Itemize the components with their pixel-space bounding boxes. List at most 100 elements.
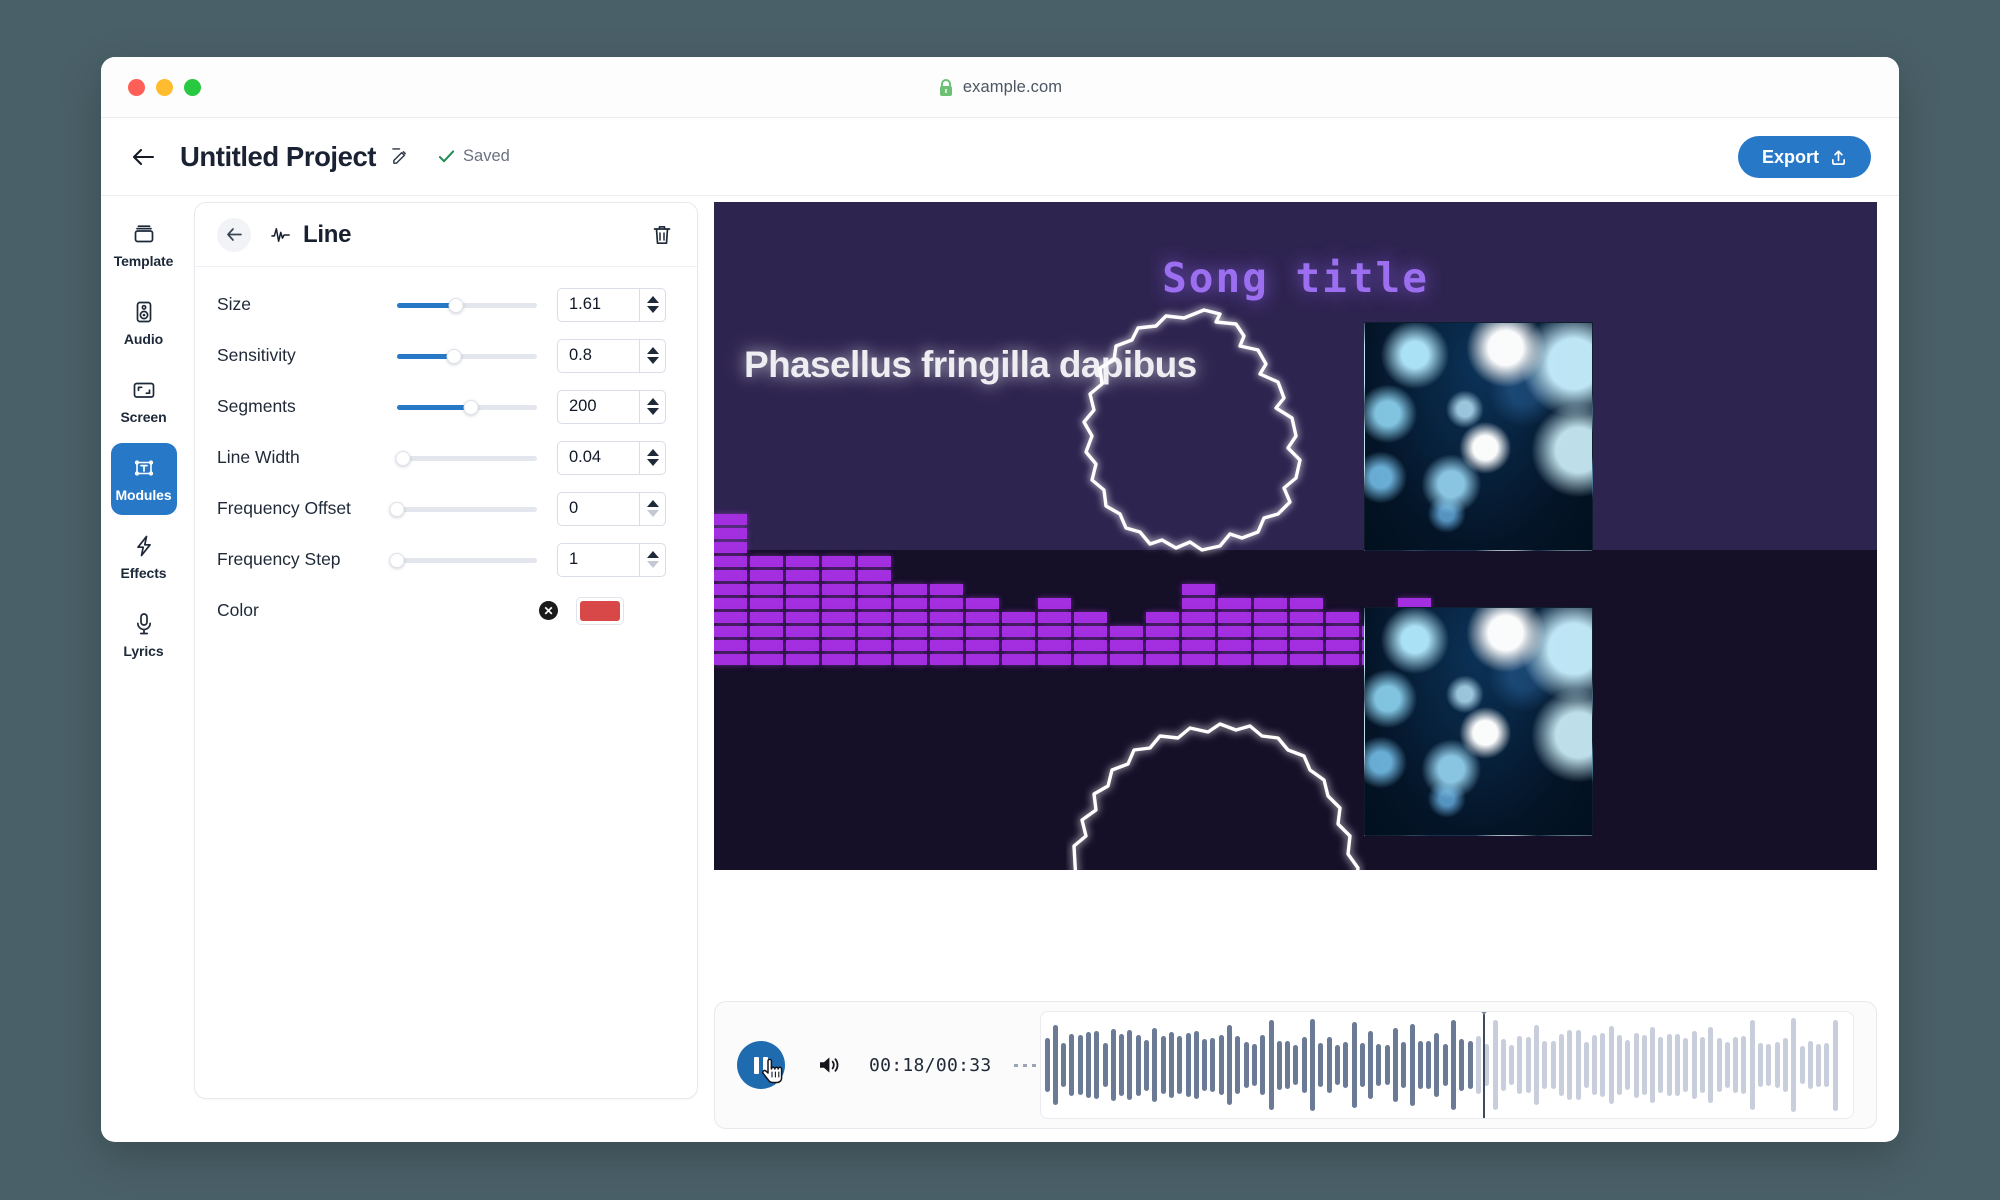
- stepper-up-icon[interactable]: [646, 500, 659, 507]
- stepper-up-icon[interactable]: [646, 347, 659, 354]
- waveform-track[interactable]: [1039, 1011, 1854, 1119]
- waveform-bar: [1168, 1032, 1174, 1098]
- spectrum-segment: [966, 612, 999, 623]
- spectrum-segment: [1002, 654, 1035, 665]
- sidebar-item-audio[interactable]: Audio: [111, 287, 177, 359]
- spectrum-segment: [750, 556, 783, 567]
- export-button[interactable]: Export: [1737, 136, 1871, 178]
- slider-knob[interactable]: [389, 552, 405, 568]
- waveform-bar: [1359, 1042, 1365, 1088]
- frequency-offset-stepper[interactable]: [639, 491, 666, 526]
- stepper-up-icon[interactable]: [646, 398, 659, 405]
- line-width-slider[interactable]: [395, 448, 537, 468]
- segments-slider[interactable]: [397, 397, 537, 417]
- waveform-bar: [1774, 1042, 1780, 1088]
- slider-track: [397, 455, 537, 461]
- segments-stepper[interactable]: [639, 389, 666, 424]
- slider-knob[interactable]: [463, 399, 479, 415]
- waveform-bar: [1617, 1034, 1622, 1096]
- slider-knob[interactable]: [448, 297, 464, 313]
- spectrum-segment: [894, 584, 927, 595]
- frequency-step-slider[interactable]: [389, 550, 537, 570]
- waveform-bar: [1666, 1034, 1672, 1096]
- waveform-bar: [1832, 1019, 1838, 1111]
- panel-back-button[interactable]: [217, 217, 251, 252]
- waveform-bar: [1235, 1036, 1241, 1094]
- spectrum-segment: [822, 556, 855, 567]
- color-swatch-button[interactable]: [576, 596, 624, 625]
- slider-knob[interactable]: [389, 501, 405, 517]
- waveform-bar: [1268, 1020, 1274, 1110]
- playhead-marker[interactable]: [1474, 1012, 1495, 1118]
- waveform-bar: [1633, 1032, 1639, 1098]
- sidebar-item-template[interactable]: Template: [111, 209, 177, 281]
- clear-circle-x-icon[interactable]: ✕: [539, 601, 558, 620]
- size-value-input[interactable]: 1.61: [557, 287, 639, 322]
- stepper-up-icon[interactable]: [646, 296, 659, 303]
- play-pause-button[interactable]: [737, 1041, 785, 1089]
- line-width-stepper[interactable]: [639, 440, 666, 475]
- frequency-offset-value-input[interactable]: 0: [557, 491, 639, 526]
- sidebar-label: Screen: [120, 409, 167, 425]
- waveform-bar: [1534, 1024, 1540, 1106]
- sidebar-item-effects[interactable]: Effects: [111, 521, 177, 593]
- back-button[interactable]: [126, 140, 160, 174]
- sensitivity-slider[interactable]: [397, 346, 537, 366]
- page-title: Untitled Project: [180, 140, 377, 172]
- spectrum-segment: [1218, 612, 1251, 623]
- stepper-down-icon: [646, 510, 659, 517]
- line-width-value-input[interactable]: 0.04: [557, 440, 639, 475]
- frequency-step-stepper[interactable]: [639, 542, 666, 577]
- slider-knob[interactable]: [395, 450, 411, 466]
- spectrum-segment: [1218, 598, 1251, 609]
- waveform-bar: [1683, 1038, 1689, 1092]
- sidebar-item-screen[interactable]: Screen: [111, 365, 177, 437]
- spectrum-segment: [966, 626, 999, 637]
- spectrum-segment: [966, 598, 999, 609]
- waveform-bar: [1401, 1042, 1407, 1088]
- slider-fill: [397, 302, 456, 308]
- spectrum-segment: [1074, 612, 1107, 623]
- sensitivity-stepper[interactable]: [639, 338, 666, 373]
- size-slider[interactable]: [397, 295, 537, 315]
- waveform-bar: [1467, 1040, 1473, 1090]
- spectrum-segment: [714, 612, 747, 623]
- waveform-bar: [1293, 1044, 1299, 1086]
- line-module-lower: [1072, 722, 1360, 870]
- waveform-bar: [1177, 1035, 1183, 1095]
- spectrum-segment: [930, 640, 963, 651]
- size-stepper[interactable]: [639, 287, 666, 322]
- waveform-bar: [1110, 1029, 1116, 1101]
- spectrum-segment: [930, 584, 963, 595]
- spectrum-segment: [786, 570, 819, 581]
- spectrum-bar: [822, 556, 855, 665]
- sidebar-item-lyrics[interactable]: Lyrics: [111, 599, 177, 671]
- waveform-bar: [1442, 1043, 1448, 1087]
- pointer-hand-icon: [762, 1059, 783, 1084]
- pencil-edit-icon[interactable]: [391, 147, 410, 166]
- address-bar[interactable]: example.com: [101, 57, 1899, 118]
- sidebar-item-modules[interactable]: Modules: [110, 443, 177, 515]
- spectrum-bar: [894, 584, 927, 665]
- stepper-up-icon[interactable]: [646, 449, 659, 456]
- sensitivity-value-input[interactable]: 0.8: [557, 338, 639, 373]
- stepper-up-icon[interactable]: [646, 551, 659, 558]
- stepper-down-icon[interactable]: [646, 306, 659, 313]
- waveform-bar: [1733, 1037, 1739, 1093]
- volume-on-icon[interactable]: [817, 1054, 841, 1076]
- frequency-offset-slider[interactable]: [389, 499, 537, 519]
- stepper-down-icon[interactable]: [646, 459, 659, 466]
- check-icon: [438, 150, 455, 163]
- segments-value-input[interactable]: 200: [557, 389, 639, 424]
- preview-column: Song title Phasellus fringilla dapibus 0…: [698, 196, 1899, 1141]
- spectrum-segment: [822, 584, 855, 595]
- trash-icon[interactable]: [649, 222, 675, 248]
- line-module-upper: [1082, 308, 1302, 552]
- waveform-bar: [1824, 1042, 1830, 1088]
- stepper-down-icon[interactable]: [646, 357, 659, 364]
- stepper-down-icon[interactable]: [646, 408, 659, 415]
- spectrum-segment: [714, 654, 747, 665]
- frequency-step-value-input[interactable]: 1: [557, 542, 639, 577]
- preview-canvas[interactable]: Song title Phasellus fringilla dapibus: [714, 202, 1877, 870]
- slider-knob[interactable]: [446, 348, 462, 364]
